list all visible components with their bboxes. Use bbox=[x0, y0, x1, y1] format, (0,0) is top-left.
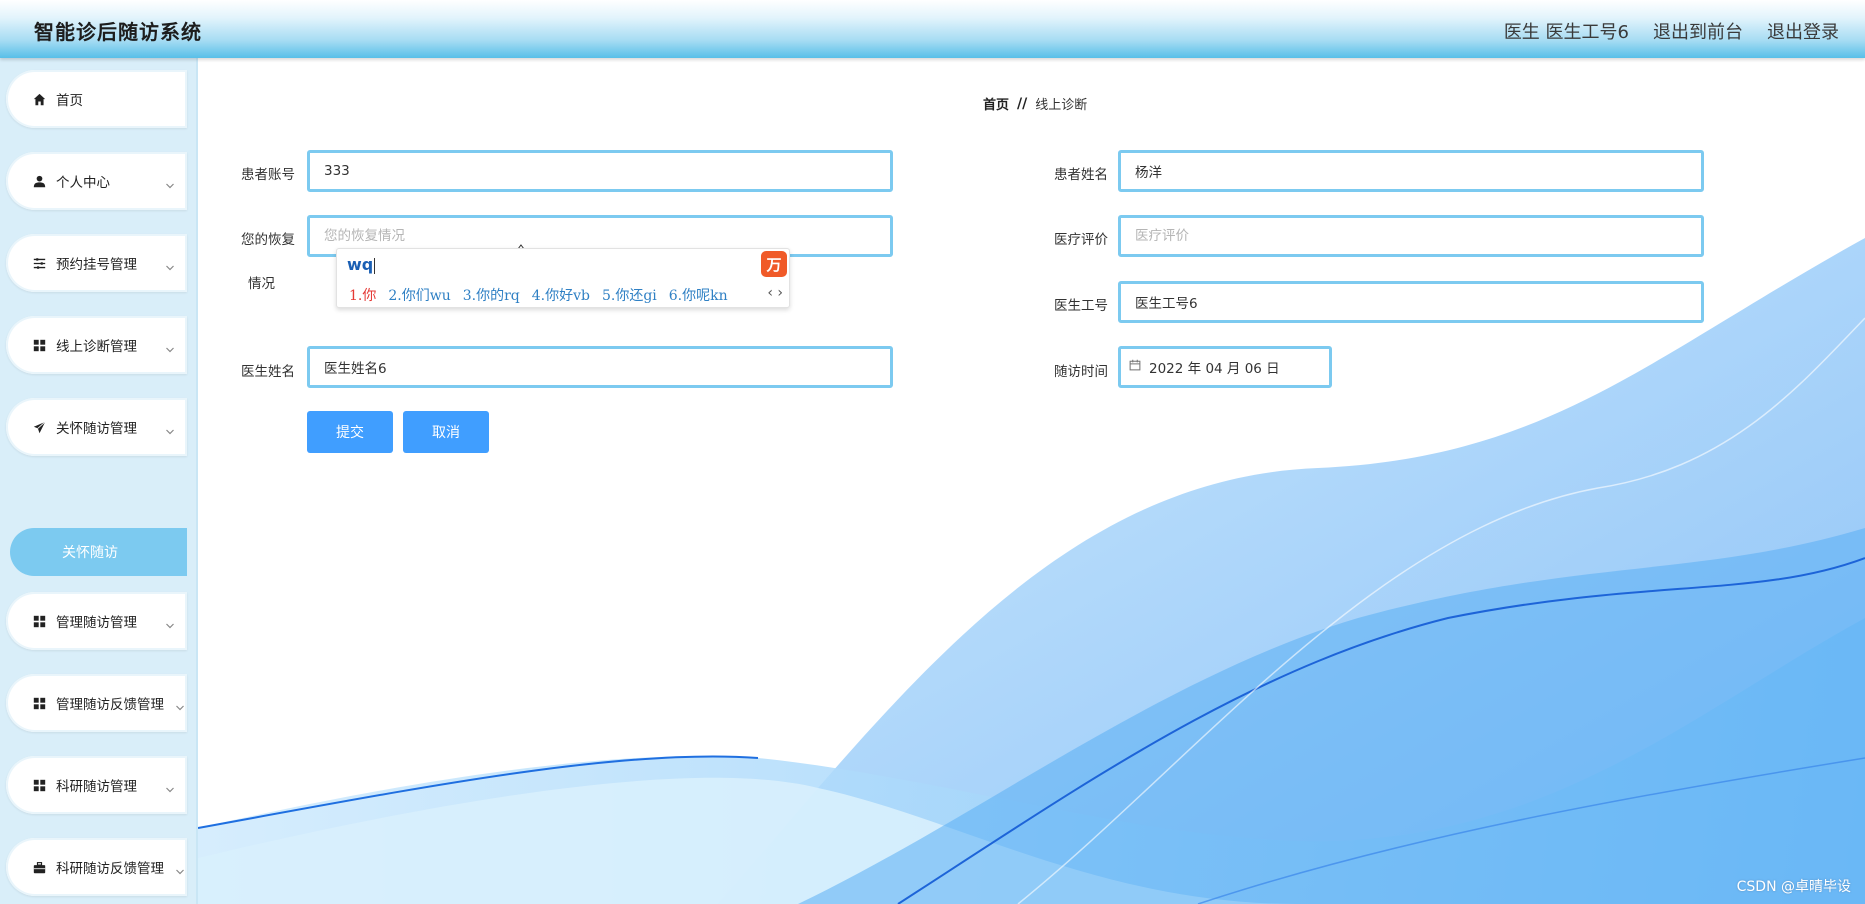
sliders-icon bbox=[32, 256, 46, 270]
doctor-no-field[interactable]: 医生工号6 bbox=[1118, 281, 1704, 323]
sidebar-item-label: 关怀随访管理 bbox=[56, 421, 137, 437]
ime-candidate[interactable]: 1.你 bbox=[349, 285, 376, 305]
sidebar-item-label: 首页 bbox=[56, 93, 83, 109]
doctor-name-label: 医生姓名 bbox=[241, 364, 295, 380]
breadcrumb: 首页 // 线上诊断 bbox=[983, 94, 1088, 114]
submit-button[interactable]: 提交 bbox=[307, 411, 393, 453]
ime-candidates: 1.你 2.你们wu 3.你的rq 4.你好vb 5.你还gi 6.你呢kn bbox=[349, 285, 728, 305]
header-actions: 医生 医生工号6 退出到前台 退出登录 bbox=[1504, 18, 1839, 44]
doctor-name-field[interactable]: 医生姓名6 bbox=[307, 346, 893, 388]
patient-account-label: 患者账号 bbox=[241, 167, 295, 183]
calendar-icon bbox=[1129, 359, 1141, 375]
doctor-no-label: 医生工号 bbox=[1054, 298, 1108, 314]
sidebar-item-personal-center[interactable]: 个人中心 bbox=[6, 152, 187, 210]
grid-icon bbox=[32, 778, 46, 792]
sidebar-item-manage-feedback[interactable]: 管理随访反馈管理 bbox=[6, 674, 187, 732]
main-content: 首页 // 线上诊断 患者账号 333 患者姓名 杨洋 您的恢复 情况 医疗评价… bbox=[198, 58, 1865, 904]
medical-eval-label: 医疗评价 bbox=[1054, 232, 1108, 248]
chevron-down-icon bbox=[165, 780, 175, 793]
ime-composition: wq bbox=[347, 255, 376, 274]
breadcrumb-home[interactable]: 首页 bbox=[983, 94, 1009, 113]
chevron-down-icon bbox=[165, 340, 175, 353]
sidebar-item-research-followup[interactable]: 科研随访管理 bbox=[6, 756, 187, 814]
ime-candidate[interactable]: 6.你呢kn bbox=[669, 285, 728, 305]
patient-name-label: 患者姓名 bbox=[1054, 167, 1108, 183]
breadcrumb-current: 线上诊断 bbox=[1035, 98, 1088, 113]
ime-logo-icon[interactable]: 万 bbox=[761, 251, 787, 277]
ime-candidate[interactable]: 4.你好vb bbox=[532, 285, 590, 305]
followup-date-picker[interactable]: 2022 年 04 月 06 日 bbox=[1118, 346, 1332, 388]
ime-candidate[interactable]: 2.你们wu bbox=[388, 285, 450, 305]
sidebar-menu: 首页 个人中心 预约挂号管理 线上诊断管理 关怀随访管理 关怀随访 管理随访管理… bbox=[0, 58, 198, 904]
grid-icon bbox=[32, 696, 46, 710]
user-icon bbox=[32, 174, 46, 188]
followup-time-label: 随访时间 bbox=[1054, 364, 1108, 380]
chevron-down-icon bbox=[175, 698, 185, 711]
patient-name-field[interactable]: 杨洋 bbox=[1118, 150, 1704, 192]
grid-icon bbox=[32, 614, 46, 628]
chevron-down-icon bbox=[165, 616, 175, 629]
chevron-down-icon bbox=[175, 862, 185, 875]
ime-candidate-popup: wq 万 1.你 2.你们wu 3.你的rq 4.你好vb 5.你还gi 6.你… bbox=[336, 248, 790, 308]
sidebar-item-label: 管理随访反馈管理 bbox=[56, 697, 164, 713]
sidebar-item-label: 线上诊断管理 bbox=[56, 339, 137, 355]
sidebar-item-home[interactable]: 首页 bbox=[6, 70, 187, 128]
send-icon bbox=[32, 420, 46, 434]
sidebar-item-appointment[interactable]: 预约挂号管理 bbox=[6, 234, 187, 292]
chevron-down-icon bbox=[165, 422, 175, 435]
chevron-down-icon bbox=[165, 258, 175, 271]
sidebar-item-research-feedback[interactable]: 科研随访反馈管理 bbox=[6, 838, 187, 896]
grid-icon bbox=[32, 338, 46, 352]
sidebar-item-manage-followup[interactable]: 管理随访管理 bbox=[6, 592, 187, 650]
sidebar-item-online-diagnosis[interactable]: 线上诊断管理 bbox=[6, 316, 187, 374]
breadcrumb-separator: // bbox=[1017, 95, 1028, 112]
patient-account-field[interactable]: 333 bbox=[307, 150, 893, 192]
home-icon bbox=[32, 92, 46, 106]
recovery-label-line2: 情况 bbox=[248, 276, 275, 292]
ime-candidate[interactable]: 5.你还gi bbox=[602, 285, 657, 305]
sidebar-item-label: 科研随访反馈管理 bbox=[56, 861, 164, 877]
watermark: CSDN @卓晴毕设 bbox=[1736, 879, 1851, 895]
current-user-info: 医生 医生工号6 bbox=[1503, 22, 1629, 43]
cancel-button[interactable]: 取消 bbox=[403, 411, 489, 453]
sidebar-subitem-care-followup[interactable]: 关怀随访 bbox=[10, 528, 187, 576]
chevron-down-icon bbox=[165, 176, 175, 189]
top-header: 智能诊后随访系统 医生 医生工号6 退出到前台 退出登录 bbox=[0, 0, 1865, 58]
app-title: 智能诊后随访系统 bbox=[34, 20, 202, 44]
exit-to-frontend-link[interactable]: 退出到前台 bbox=[1653, 18, 1743, 44]
sidebar-item-care-followup[interactable]: 关怀随访管理 bbox=[6, 398, 187, 456]
sidebar-item-label: 科研随访管理 bbox=[56, 779, 137, 795]
sidebar-item-label: 预约挂号管理 bbox=[56, 257, 137, 273]
recovery-label: 您的恢复 bbox=[241, 232, 295, 248]
medical-eval-input[interactable] bbox=[1118, 215, 1704, 257]
logout-link[interactable]: 退出登录 bbox=[1767, 18, 1839, 44]
ime-candidate[interactable]: 3.你的rq bbox=[463, 285, 520, 305]
sidebar-item-label: 个人中心 bbox=[56, 175, 110, 191]
followup-date-value: 2022 年 04 月 06 日 bbox=[1149, 361, 1280, 377]
ime-page-nav[interactable]: ‹ › bbox=[767, 285, 783, 301]
briefcase-icon bbox=[32, 860, 46, 874]
sidebar-item-label: 管理随访管理 bbox=[56, 615, 137, 631]
